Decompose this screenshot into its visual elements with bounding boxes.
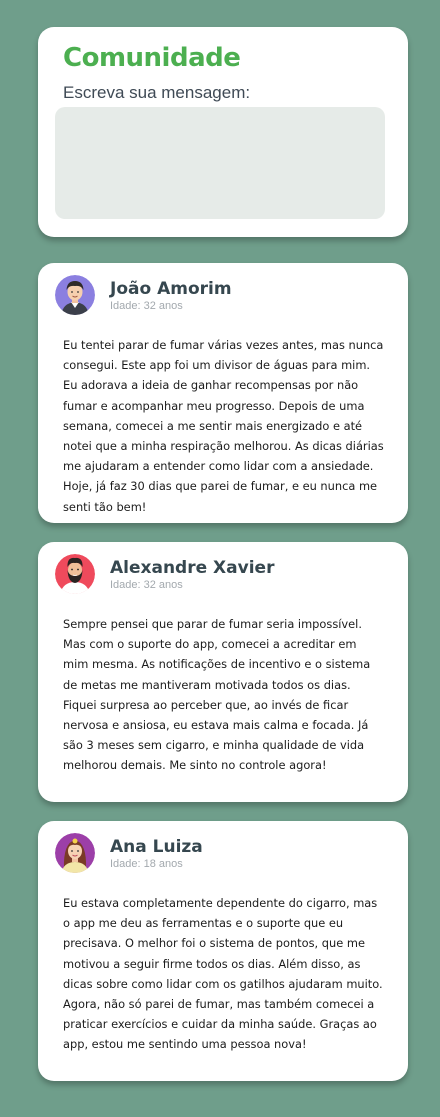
testimonial-card: Ana Luiza Idade: 18 anos Eu estava compl… bbox=[38, 821, 408, 1081]
user-name: João Amorim bbox=[110, 279, 232, 299]
page-title: Comunidade bbox=[63, 43, 241, 73]
female-avatar-icon bbox=[55, 833, 95, 873]
bearded-male-avatar-icon bbox=[55, 554, 95, 594]
user-age: Idade: 32 anos bbox=[110, 579, 183, 591]
message-label: Escreva sua mensagem: bbox=[63, 83, 251, 102]
message-input[interactable] bbox=[55, 107, 385, 219]
testimonial-card: Alexandre Xavier Idade: 32 anos Sempre p… bbox=[38, 542, 408, 802]
user-age: Idade: 18 anos bbox=[110, 858, 183, 870]
compose-card: Comunidade Escreva sua mensagem: bbox=[38, 27, 408, 237]
testimonial-text: Eu tentei parar de fumar várias vezes an… bbox=[63, 338, 384, 514]
male-user-avatar-icon bbox=[55, 275, 95, 315]
user-name: Ana Luiza bbox=[110, 837, 203, 857]
testimonial-text: Sempre pensei que parar de fumar seria i… bbox=[63, 617, 371, 773]
user-name: Alexandre Xavier bbox=[110, 558, 275, 578]
testimonial-text: Eu estava completamente dependente do ci… bbox=[63, 896, 383, 1052]
testimonial-card: João Amorim Idade: 32 anos Eu tentei par… bbox=[38, 263, 408, 523]
user-age: Idade: 32 anos bbox=[110, 300, 183, 312]
